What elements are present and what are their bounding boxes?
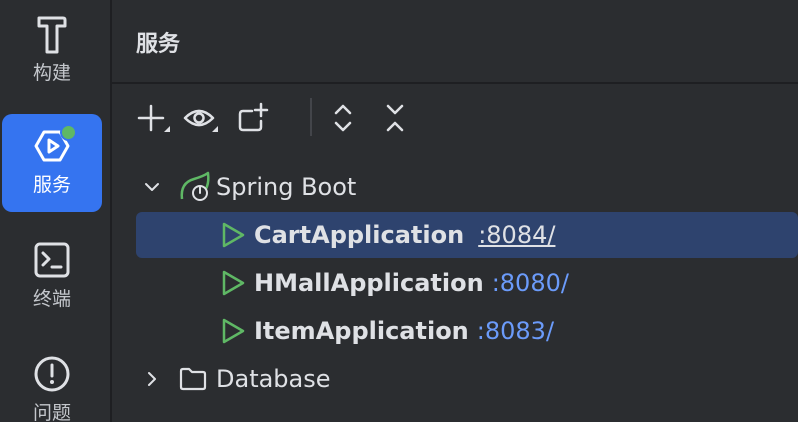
tree-node-spring-boot[interactable]: Spring Boot bbox=[136, 164, 798, 210]
folder-icon bbox=[179, 367, 207, 391]
run-icon bbox=[222, 222, 245, 248]
tool-terminal[interactable]: 终端 bbox=[2, 228, 102, 326]
app-port-link[interactable]: :8084/ bbox=[478, 221, 555, 249]
chevron-right-icon[interactable] bbox=[144, 371, 160, 387]
tree-node-hmall-application[interactable]: HMallApplication :8080/ bbox=[136, 260, 798, 306]
services-icon bbox=[30, 124, 77, 168]
panel-title: 服务 bbox=[136, 32, 181, 57]
run-icon bbox=[222, 270, 245, 296]
tool-services[interactable]: 服务 bbox=[2, 114, 102, 212]
collapse-all-button[interactable] bbox=[376, 96, 414, 140]
app-name: ItemApplication bbox=[254, 317, 469, 345]
services-panel: 服务 Spring Boot CartApplication:8084/ HM… bbox=[112, 0, 798, 422]
status-badge bbox=[60, 124, 77, 141]
toolbar-divider bbox=[310, 98, 312, 136]
tool-build-label: 构建 bbox=[32, 62, 71, 84]
chevron-down-icon[interactable] bbox=[144, 179, 160, 195]
tool-window-strip: 构建 服务 终端 问题 bbox=[0, 0, 112, 422]
problems-icon bbox=[30, 352, 74, 396]
add-icon bbox=[137, 104, 170, 132]
view-options-button[interactable] bbox=[182, 96, 220, 140]
collapse-all-icon bbox=[386, 104, 404, 132]
tool-build[interactable]: 构建 bbox=[2, 2, 102, 100]
tree-node-database[interactable]: Database bbox=[136, 356, 798, 402]
app-name: CartApplication bbox=[254, 221, 465, 249]
services-tool-window: 构建 服务 终端 问题 服务 Spring Boot CartApplicati… bbox=[0, 0, 798, 422]
tool-problems[interactable]: 问题 bbox=[2, 342, 102, 422]
spring-boot-icon bbox=[178, 171, 212, 203]
tool-problems-label: 问题 bbox=[32, 402, 71, 422]
expand-all-button[interactable] bbox=[324, 96, 362, 140]
tool-terminal-label: 终端 bbox=[32, 288, 71, 310]
eye-icon bbox=[183, 109, 218, 132]
tree-node-cart-application[interactable]: CartApplication :8084/ bbox=[136, 212, 798, 258]
expand-all-icon bbox=[334, 104, 352, 132]
app-name: HMallApplication bbox=[254, 269, 484, 297]
header-divider bbox=[112, 82, 798, 84]
tree-node-item-application[interactable]: ItemApplication :8083/ bbox=[136, 308, 798, 354]
app-port-link[interactable]: :8083/ bbox=[477, 317, 554, 345]
add-service-button[interactable] bbox=[134, 96, 172, 140]
app-port-link[interactable]: :8080/ bbox=[492, 269, 569, 297]
run-icon bbox=[222, 318, 245, 344]
new-group-button[interactable] bbox=[234, 96, 272, 140]
spring-boot-label: Spring Boot bbox=[216, 173, 357, 201]
new-group-icon bbox=[238, 102, 269, 132]
database-label: Database bbox=[216, 365, 331, 393]
services-toolbar bbox=[134, 96, 434, 140]
tool-services-label: 服务 bbox=[32, 174, 71, 196]
terminal-icon bbox=[30, 238, 74, 282]
hammer-icon bbox=[30, 12, 74, 56]
